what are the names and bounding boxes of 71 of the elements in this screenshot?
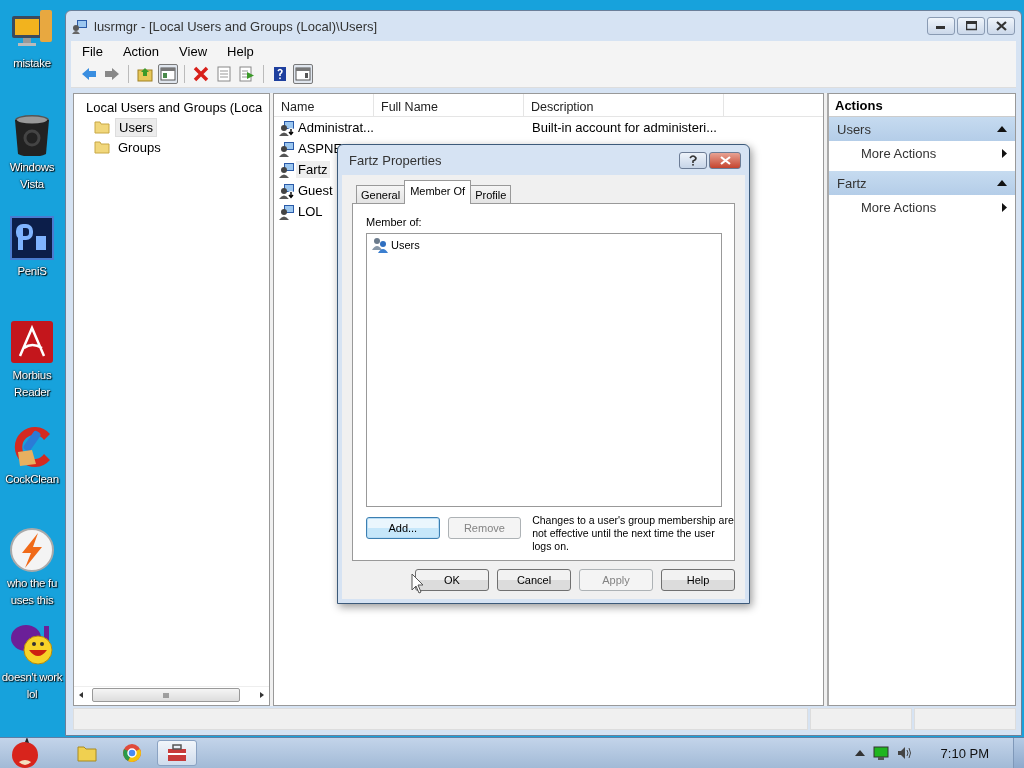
collapse-caret-icon[interactable]: [997, 180, 1007, 186]
forward-arrow-icon: [104, 66, 120, 82]
folder-icon: [94, 140, 110, 154]
group-icon: [371, 237, 389, 253]
column-header[interactable]: Description: [524, 94, 724, 116]
menu-item[interactable]: View: [168, 43, 217, 59]
menu-item[interactable]: Help: [216, 43, 263, 59]
maximize-icon: [965, 21, 977, 31]
dialog-button[interactable]: OK: [415, 569, 489, 591]
clock[interactable]: 7:10 PM: [940, 745, 989, 761]
tree-item[interactable]: Local Users and Groups (Loca: [83, 98, 266, 116]
group-item[interactable]: Users: [391, 239, 420, 251]
dialog-button[interactable]: Cancel: [497, 569, 571, 591]
pdf-reader-icon[interactable]: [10, 320, 54, 364]
help-icon: [272, 66, 288, 82]
taskbar-button[interactable]: [157, 740, 197, 766]
tab[interactable]: Member Of: [404, 180, 472, 204]
menu-item[interactable]: File: [71, 43, 112, 59]
tree-item[interactable]: Users: [115, 117, 157, 137]
field-label: Member of:: [366, 216, 423, 228]
show-hidden-icons-arrow-icon[interactable]: [854, 750, 865, 756]
action-link[interactable]: More Actions: [861, 199, 937, 215]
folder-icon: [94, 120, 110, 134]
toolbar-button[interactable]: [191, 64, 211, 84]
toolbar-button[interactable]: [237, 64, 257, 84]
help-button[interactable]: [679, 151, 707, 169]
toolbar-button[interactable]: [158, 64, 178, 84]
dialog-button[interactable]: Add...: [366, 517, 440, 539]
section-title: Fartz: [837, 175, 867, 191]
submenu-arrow-icon: [1002, 202, 1007, 212]
mouse-cursor-icon: [411, 573, 425, 595]
folder-up-icon: [137, 66, 153, 82]
maximize-button[interactable]: [957, 17, 985, 35]
dialog-title: Fartz Properties: [349, 152, 443, 168]
toolbar-button[interactable]: [293, 64, 313, 84]
action-link[interactable]: More Actions: [861, 145, 937, 161]
grip-icon: [163, 692, 169, 699]
column-header[interactable]: Full Name: [374, 94, 524, 116]
close-button[interactable]: [709, 151, 741, 169]
membership-note: Changes to a user's group membership are not effective until the next time the user logs on.: [532, 514, 735, 553]
lightning-icon[interactable]: [10, 528, 54, 572]
tree-item[interactable]: Groups: [115, 138, 164, 156]
smiley-icon[interactable]: [10, 622, 54, 666]
section-title: Users: [837, 121, 871, 137]
submenu-arrow-icon: [1002, 148, 1007, 158]
collapse-caret-icon[interactable]: [997, 126, 1007, 132]
action-pane-icon: [295, 66, 311, 82]
export-list-icon: [239, 66, 255, 82]
column-header[interactable]: Name: [274, 94, 374, 116]
delete-icon: [193, 66, 209, 82]
minimize-button[interactable]: [927, 17, 955, 35]
console-tree-icon: [160, 66, 176, 82]
speaker-icon[interactable]: [896, 746, 913, 760]
scroll-thumb[interactable]: [92, 688, 240, 702]
horizontal-scrollbar[interactable]: [74, 686, 269, 703]
menu-item[interactable]: Action: [111, 43, 169, 59]
dialog-button[interactable]: Help: [661, 569, 735, 591]
close-icon: [995, 21, 1007, 31]
ps-app-icon[interactable]: [10, 216, 54, 260]
close-icon: [719, 155, 731, 165]
window-title: lusrmgr - [Local Users and Groups (Local)\Users]: [94, 18, 379, 34]
back-arrow-icon: [81, 66, 97, 82]
user-name[interactable]: Fartz: [296, 161, 330, 178]
users-computer-icon: [72, 18, 88, 34]
browser-icon: [120, 741, 144, 765]
network-icon[interactable]: [872, 746, 889, 760]
properties-icon: [216, 66, 232, 82]
close-button[interactable]: [987, 17, 1015, 35]
question-mark-icon: [689, 154, 697, 166]
user-name[interactable]: LOL: [296, 203, 325, 220]
user-description: Built-in account for administeri...: [531, 120, 717, 135]
